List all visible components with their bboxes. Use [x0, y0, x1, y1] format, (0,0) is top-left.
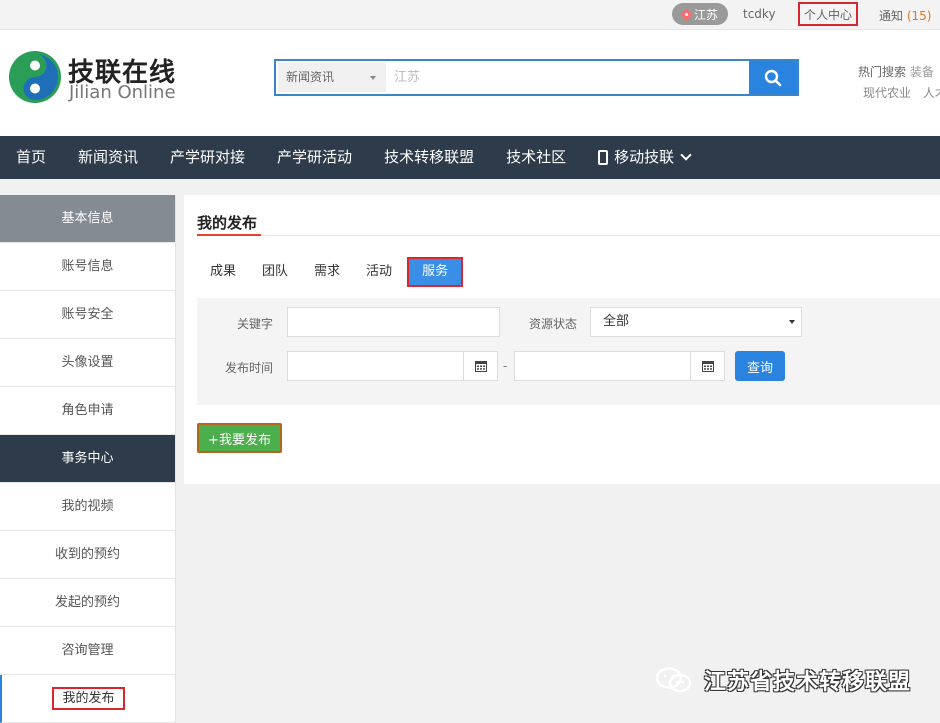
sidebar: 基本信息 账号信息 账号安全 头像设置 角色申请 事务中心 我的视频 收到的预约…	[0, 195, 176, 723]
personal-center-link[interactable]: 个人中心	[798, 2, 858, 26]
nav-item-alliance[interactable]: 技术转移联盟	[368, 136, 490, 179]
hot-tag-clipped[interactable]: 装备	[910, 65, 934, 79]
top-bar: 江苏 tcdky 个人中心 通知 (15)	[0, 0, 940, 30]
sidebar-group-affairs-center: 事务中心	[0, 435, 175, 483]
title-divider	[197, 235, 940, 236]
title-accent-line	[197, 234, 261, 236]
search-icon	[764, 69, 782, 86]
notice-link[interactable]: 通知 (15)	[879, 7, 931, 24]
publication-tabs: 成果 团队 需求 活动 服务	[197, 257, 464, 287]
keyword-input[interactable]	[287, 307, 500, 337]
status-label: 资源状态	[529, 317, 578, 331]
wechat-watermark: 江苏省技术转移联盟	[654, 664, 911, 696]
sidebar-group-basic-info: 基本信息	[0, 195, 175, 243]
nav-item-mobile[interactable]: 移动技联	[582, 136, 706, 179]
search-button[interactable]	[749, 61, 797, 94]
nav-item-activities[interactable]: 产学研活动	[261, 136, 368, 179]
location-pin-icon	[680, 7, 693, 21]
calendar-icon	[701, 361, 714, 372]
tab-teams[interactable]: 团队	[249, 257, 301, 287]
notice-label: 通知	[879, 9, 904, 23]
hot-search-label: 热门搜索 装备	[858, 63, 934, 80]
hot-tag[interactable]: 现代农业	[863, 86, 911, 100]
start-date-calendar-button[interactable]	[463, 351, 498, 381]
wechat-icon	[655, 667, 692, 693]
date-range-dash: -	[503, 359, 508, 373]
sidebar-item-my-publications[interactable]: 我的发布	[0, 675, 175, 723]
location-selector[interactable]: 江苏	[672, 3, 728, 25]
sidebar-item-label: 我的发布	[52, 687, 125, 710]
mobile-phone-icon	[598, 150, 609, 165]
location-label: 江苏	[693, 7, 718, 22]
page-title: 我的发布	[197, 214, 258, 232]
sidebar-item-avatar-settings[interactable]: 头像设置	[0, 339, 175, 387]
nav-item-community[interactable]: 技术社区	[490, 136, 582, 179]
sidebar-item-initiated-appointments[interactable]: 发起的预约	[0, 579, 175, 627]
hot-search-title: 热门搜索	[858, 65, 907, 79]
hot-tags: 现代农业 人才	[863, 84, 940, 101]
start-date-input[interactable]	[287, 351, 464, 381]
sidebar-item-role-application[interactable]: 角色申请	[0, 387, 175, 435]
sidebar-item-received-appointments[interactable]: 收到的预约	[0, 531, 175, 579]
nav-item-news[interactable]: 新闻资讯	[62, 136, 154, 179]
nav-item-home[interactable]: 首页	[0, 136, 62, 179]
sidebar-item-account-security[interactable]: 账号安全	[0, 291, 175, 339]
notice-count: (15)	[906, 9, 932, 23]
hot-tag[interactable]: 人才	[923, 86, 940, 100]
search-category-select[interactable]: 新闻资讯	[278, 63, 386, 92]
sidebar-item-consultation[interactable]: 咨询管理	[0, 627, 175, 675]
caret-down-icon	[789, 320, 795, 324]
tab-demands[interactable]: 需求	[301, 257, 353, 287]
site-header: 技联在线 Jilian Online 新闻资讯 热门搜索 装备 现代农业 人才	[0, 30, 940, 136]
end-date-input[interactable]	[514, 351, 691, 381]
end-date-calendar-button[interactable]	[690, 351, 725, 381]
username-link[interactable]: tcdky	[743, 7, 776, 21]
search-category-label: 新闻资讯	[286, 70, 335, 84]
sidebar-item-my-videos[interactable]: 我的视频	[0, 483, 175, 531]
main-panel: 我的发布 成果 团队 需求 活动 服务 关键字 资源状态 全部 发布时间 - 查…	[184, 195, 940, 484]
chevron-down-icon	[680, 149, 692, 161]
tab-services[interactable]: 服务	[407, 257, 464, 287]
search-bar: 新闻资讯	[274, 59, 799, 96]
keyword-label: 关键字	[237, 317, 274, 331]
logo-subtitle: Jilian Online	[69, 82, 176, 103]
watermark-text: 江苏省技术转移联盟	[704, 670, 912, 695]
nav-item-matching[interactable]: 产学研对接	[154, 136, 261, 179]
sidebar-item-account-info[interactable]: 账号信息	[0, 243, 175, 291]
status-select-value: 全部	[603, 314, 630, 329]
status-select[interactable]: 全部	[590, 307, 802, 337]
search-input[interactable]	[394, 63, 744, 92]
caret-down-icon	[370, 76, 376, 80]
calendar-icon	[474, 361, 487, 372]
publish-time-label: 发布时间	[225, 361, 274, 375]
jilian-logo-icon[interactable]	[8, 50, 62, 104]
filter-panel: 关键字 资源状态 全部 发布时间 - 查询	[197, 298, 940, 405]
personal-center-label: 个人中心	[803, 7, 852, 22]
publish-button[interactable]: +我要发布	[197, 423, 282, 453]
nav-mobile-label: 移动技联	[614, 148, 675, 166]
query-button[interactable]: 查询	[735, 351, 785, 381]
tab-achievements[interactable]: 成果	[197, 257, 249, 287]
tab-activities[interactable]: 活动	[353, 257, 405, 287]
main-nav: 首页 新闻资讯 产学研对接 产学研活动 技术转移联盟 技术社区 移动技联	[0, 136, 940, 179]
